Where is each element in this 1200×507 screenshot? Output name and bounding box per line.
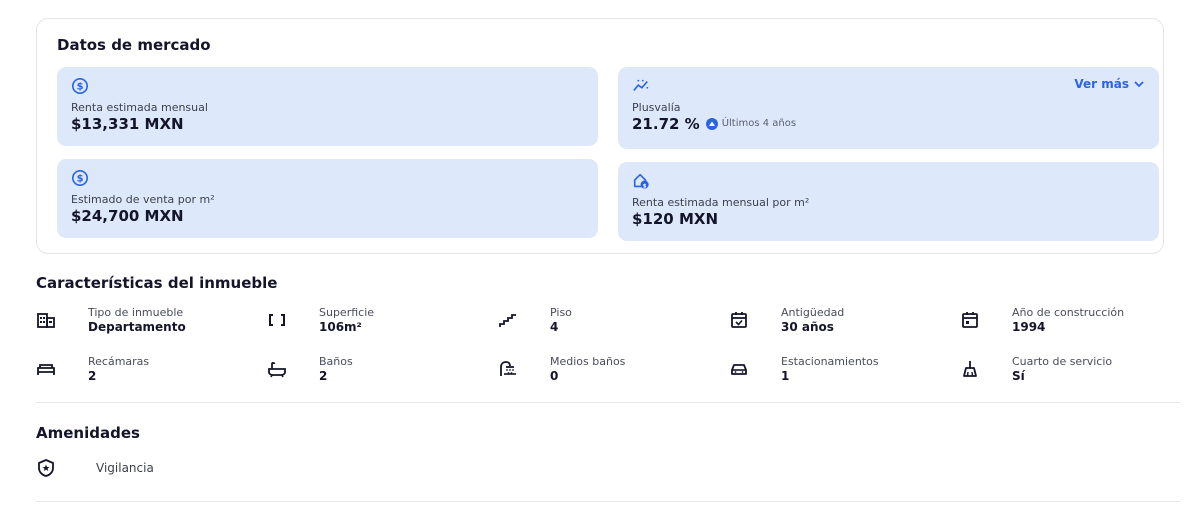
tile-rent-per-m2: $ Renta estimada mensual por m² $120 MXN — [618, 162, 1159, 241]
feature-value: 0 — [550, 369, 559, 383]
calendar-check-icon — [731, 312, 747, 328]
trend-icon — [633, 79, 649, 92]
feature-label: Año de construcción — [1012, 306, 1125, 319]
chevron-down-icon — [1134, 81, 1144, 88]
feature-service-room: Cuarto de servicio Sí — [960, 355, 1185, 391]
building-icon — [37, 313, 55, 328]
tile-label: Estimado de venta por m² — [71, 193, 215, 206]
feature-value: 4 — [550, 320, 559, 334]
arrow-up-icon — [705, 118, 718, 130]
feature-half-baths: Medios baños 0 — [498, 355, 723, 391]
svg-text:$: $ — [77, 82, 84, 93]
feature-bedrooms: Recámaras 2 — [36, 355, 261, 391]
feature-label: Piso — [550, 306, 572, 319]
features-title: Características del inmueble — [36, 274, 278, 292]
shower-icon — [500, 361, 516, 376]
tile-value: $120 MXN — [632, 210, 719, 228]
feature-label: Recámaras — [88, 355, 150, 368]
feature-value: 30 años — [781, 320, 834, 334]
period-note-text: Últimos 4 años — [721, 118, 797, 129]
bed-icon — [37, 364, 55, 375]
dollar-circle-icon: $ — [71, 169, 89, 187]
feature-value: 106m² — [319, 320, 362, 334]
stairs-icon — [499, 314, 516, 327]
tile-label: Renta estimada mensual — [71, 101, 208, 114]
feature-value: Sí — [1012, 369, 1025, 383]
amenities-title: Amenidades — [36, 424, 140, 442]
amenity-item: Vigilancia — [36, 457, 154, 479]
shield-star-icon — [38, 459, 54, 477]
tile-estimated-rent: $ Renta estimada mensual $13,331 MXN — [57, 67, 598, 146]
feature-label: Tipo de inmueble — [88, 306, 184, 319]
feature-bathrooms: Baños 2 — [267, 355, 492, 391]
feature-area: Superficie 106m² — [267, 306, 492, 342]
feature-label: Superficie — [319, 306, 375, 319]
svg-text:$: $ — [643, 183, 647, 189]
feature-label: Medios baños — [550, 355, 626, 368]
broom-icon — [963, 361, 977, 377]
feature-label: Cuarto de servicio — [1012, 355, 1113, 368]
feature-value: 2 — [88, 369, 97, 383]
feature-value: Departamento — [88, 320, 186, 334]
tile-label: Renta estimada mensual por m² — [632, 196, 810, 209]
tile-label: Plusvalía — [632, 101, 681, 114]
amenity-label: Vigilancia — [96, 461, 154, 475]
feature-age: Antigüedad 30 años — [729, 306, 954, 342]
tile-value: 21.72 % — [632, 115, 700, 133]
feature-construction-year: Año de construcción 1994 — [960, 306, 1185, 342]
area-icon — [269, 314, 285, 326]
svg-text:$: $ — [77, 174, 84, 185]
calendar-icon — [962, 312, 978, 328]
feature-parking: Estacionamientos 1 — [729, 355, 954, 391]
period-note: Últimos 4 años — [705, 115, 797, 133]
dollar-circle-icon: $ — [71, 77, 89, 95]
feature-value: 2 — [319, 369, 328, 383]
tile-value: $13,331 MXN — [71, 115, 184, 133]
feature-floor: Piso 4 — [498, 306, 723, 342]
feature-label: Baños — [319, 355, 353, 368]
tile-sale-per-m2: $ Estimado de venta por m² $24,700 MXN — [57, 159, 598, 238]
tile-value: $24,700 MXN — [71, 207, 184, 225]
see-more-label: Ver más — [1074, 77, 1129, 91]
house-dollar-icon: $ — [633, 173, 649, 189]
divider — [36, 501, 1180, 502]
see-more-button[interactable]: Ver más — [1074, 77, 1145, 91]
feature-value: 1994 — [1012, 320, 1046, 334]
market-data-title: Datos de mercado — [57, 36, 211, 54]
feature-label: Antigüedad — [781, 306, 845, 319]
market-data-card: Datos de mercado $ Renta estimada mensua… — [36, 18, 1164, 254]
car-icon — [731, 364, 747, 375]
tile-plusvalia: Ver más Plusvalía 21.72 % Últimos 4 años — [618, 67, 1159, 149]
divider — [36, 402, 1180, 403]
feature-value: 1 — [781, 369, 790, 383]
feature-label: Estacionamientos — [781, 355, 879, 368]
bathtub-icon — [268, 361, 286, 378]
feature-property-type: Tipo de inmueble Departamento — [36, 306, 261, 342]
